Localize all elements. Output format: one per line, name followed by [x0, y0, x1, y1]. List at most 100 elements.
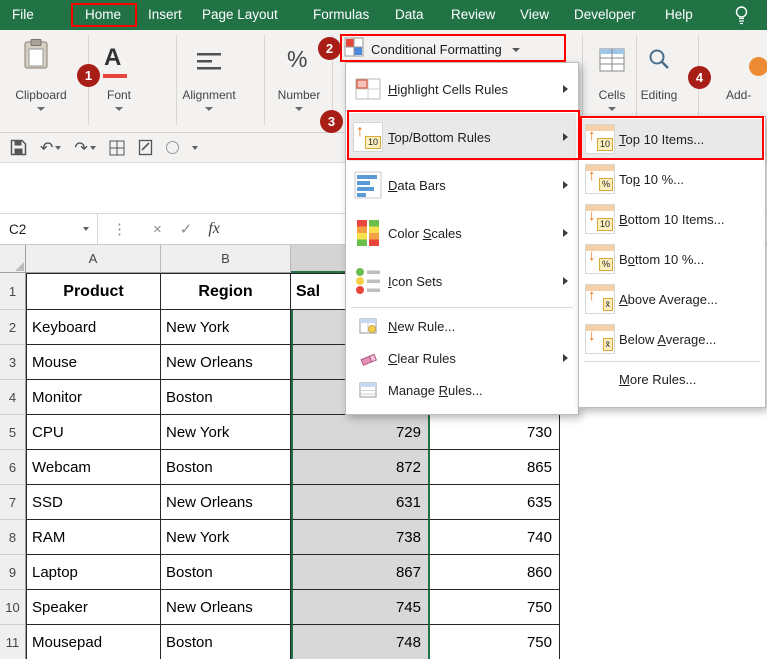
select-all-corner[interactable] — [0, 245, 26, 273]
cell-c5[interactable]: 729 — [291, 415, 430, 450]
find-select-magnifier-icon[interactable] — [647, 47, 671, 76]
cell-a8[interactable]: RAM — [26, 520, 161, 555]
cell-d7[interactable]: 635 — [430, 485, 560, 520]
row-number[interactable]: 3 — [0, 345, 26, 380]
row-number[interactable]: 5 — [0, 415, 26, 450]
cell-a7[interactable]: SSD — [26, 485, 161, 520]
menu-item-highlight-cells-rules[interactable]: Highlight Cells Rules — [348, 65, 576, 113]
cell-a3[interactable]: Mouse — [26, 345, 161, 380]
menu-item-clear-rules[interactable]: Clear Rules — [348, 342, 576, 374]
cell-d10[interactable]: 750 — [430, 590, 560, 625]
cancel-icon[interactable]: × — [153, 221, 162, 238]
cell-a4[interactable]: Monitor — [26, 380, 161, 415]
number-group-label[interactable]: Number — [268, 88, 330, 102]
name-box[interactable]: C2 — [0, 214, 98, 244]
menu-item-manage-rules[interactable]: Manage Rules... — [348, 374, 576, 406]
submenu-item-more-rules[interactable]: More Rules... — [581, 364, 763, 394]
tab-view[interactable]: View — [520, 0, 549, 30]
cell-d8[interactable]: 740 — [430, 520, 560, 555]
tab-insert[interactable]: Insert — [148, 0, 182, 30]
column-header-b[interactable]: B — [161, 245, 291, 273]
menu-item-data-bars[interactable]: Data Bars — [348, 161, 576, 209]
submenu-item-top-10-items[interactable]: ↑ 10 Top 10 Items... — [581, 119, 763, 159]
alignment-group-label[interactable]: Alignment — [172, 88, 246, 102]
clipboard-group-label[interactable]: Clipboard — [2, 88, 80, 102]
row-number[interactable]: 1 — [0, 273, 26, 310]
cell-c11[interactable]: 748 — [291, 625, 430, 659]
cell-c7[interactable]: 631 — [291, 485, 430, 520]
undo-button[interactable]: ↶ — [40, 138, 62, 158]
tab-developer[interactable]: Developer — [574, 0, 636, 30]
row-number[interactable]: 2 — [0, 310, 26, 345]
cell-a2[interactable]: Keyboard — [26, 310, 161, 345]
cell-c6[interactable]: 872 — [291, 450, 430, 485]
cell-a10[interactable]: Speaker — [26, 590, 161, 625]
cell-c8[interactable]: 738 — [291, 520, 430, 555]
menu-item-icon-sets[interactable]: Icon Sets — [348, 257, 576, 305]
redo-button[interactable]: ↷ — [74, 138, 96, 158]
cell-b7[interactable]: New Orleans — [161, 485, 291, 520]
row-number[interactable]: 9 — [0, 555, 26, 590]
cell-b10[interactable]: New Orleans — [161, 590, 291, 625]
cells-icon[interactable] — [599, 48, 625, 77]
row-number[interactable]: 10 — [0, 590, 26, 625]
cells-group-label[interactable]: Cells — [588, 88, 636, 102]
row-number[interactable]: 11 — [0, 625, 26, 659]
chevron-down-icon[interactable] — [55, 145, 62, 150]
font-group-label[interactable]: Font — [88, 88, 150, 102]
cell-b1[interactable]: Region — [161, 273, 291, 310]
cell-b8[interactable]: New York — [161, 520, 291, 555]
cell-b5[interactable]: New York — [161, 415, 291, 450]
cell-a1[interactable]: Product — [26, 273, 161, 310]
tab-formulas[interactable]: Formulas — [313, 0, 369, 30]
menu-item-color-scales[interactable]: Color Scales — [348, 209, 576, 257]
submenu-item-below-average[interactable]: ↓ x̄ Below Average... — [581, 319, 763, 359]
row-number[interactable]: 4 — [0, 380, 26, 415]
chevron-down-icon[interactable] — [115, 107, 123, 111]
cell-b3[interactable]: New Orleans — [161, 345, 291, 380]
borders-grid-icon[interactable] — [109, 140, 125, 156]
cell-b9[interactable]: Boston — [161, 555, 291, 590]
tab-home[interactable]: Home — [85, 0, 121, 30]
row-number[interactable]: 8 — [0, 520, 26, 555]
tab-page-layout[interactable]: Page Layout — [202, 0, 278, 30]
customize-qat-chevron-icon[interactable] — [191, 145, 198, 150]
cell-b11[interactable]: Boston — [161, 625, 291, 659]
alignment-icon[interactable] — [197, 52, 221, 75]
chevron-down-icon[interactable] — [608, 107, 616, 111]
menu-item-top-bottom-rules[interactable]: ↑ 10 Top/Bottom Rules — [348, 113, 576, 161]
cell-d11[interactable]: 750 — [430, 625, 560, 659]
save-icon[interactable] — [10, 139, 27, 156]
cell-d9[interactable]: 860 — [430, 555, 560, 590]
tell-me-lightbulb-icon[interactable] — [734, 5, 749, 30]
submenu-item-above-average[interactable]: ↑ x̄ Above Average... — [581, 279, 763, 319]
column-header-a[interactable]: A — [26, 245, 161, 273]
addins-icon[interactable] — [749, 57, 767, 76]
cell-a6[interactable]: Webcam — [26, 450, 161, 485]
submenu-item-bottom-10-percent[interactable]: ↓% Bottom 10 %... — [581, 239, 763, 279]
cell-a9[interactable]: Laptop — [26, 555, 161, 590]
enter-icon[interactable]: ✓ — [180, 220, 193, 238]
cell-d5[interactable]: 730 — [430, 415, 560, 450]
percent-number-icon[interactable]: % — [287, 46, 307, 73]
chevron-down-icon[interactable] — [205, 107, 213, 111]
cell-a5[interactable]: CPU — [26, 415, 161, 450]
chevron-down-icon[interactable] — [83, 227, 89, 231]
row-number[interactable]: 6 — [0, 450, 26, 485]
cell-a11[interactable]: Mousepad — [26, 625, 161, 659]
tab-file[interactable]: File — [12, 0, 34, 30]
font-color-icon[interactable]: A — [104, 44, 121, 72]
chevron-down-icon[interactable] — [89, 145, 96, 150]
draw-page-icon[interactable] — [138, 139, 153, 156]
insert-function-button[interactable]: fx — [208, 220, 220, 238]
tab-review[interactable]: Review — [451, 0, 495, 30]
menu-item-new-rule[interactable]: New Rule... — [348, 310, 576, 342]
cell-c10[interactable]: 745 — [291, 590, 430, 625]
cell-b2[interactable]: New York — [161, 310, 291, 345]
tab-data[interactable]: Data — [395, 0, 424, 30]
cell-b4[interactable]: Boston — [161, 380, 291, 415]
editing-group-label[interactable]: Editing — [630, 88, 688, 102]
cell-d6[interactable]: 865 — [430, 450, 560, 485]
paste-clipboard-icon[interactable] — [22, 38, 50, 75]
cell-b6[interactable]: Boston — [161, 450, 291, 485]
